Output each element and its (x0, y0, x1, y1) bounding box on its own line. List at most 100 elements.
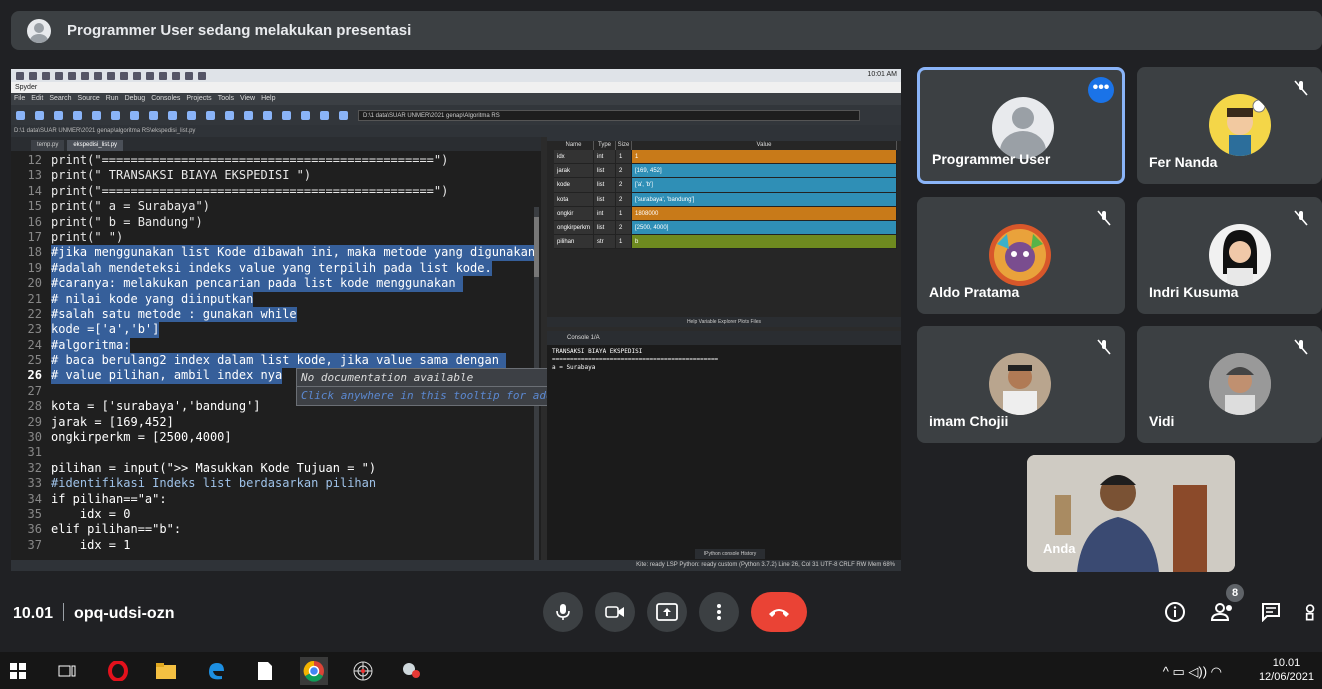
menu-item[interactable]: Projects (186, 95, 211, 102)
avatar (989, 224, 1051, 286)
variable-name: kode (554, 178, 594, 193)
mic-off-icon (1095, 209, 1113, 227)
menu-item[interactable]: Source (78, 95, 100, 102)
task-view-icon[interactable] (53, 657, 81, 685)
code-text: # nilai kode yang diinputkan (51, 291, 254, 307)
line-number: 20 (27, 276, 42, 291)
menu-item[interactable]: Edit (31, 95, 43, 102)
mic-off-icon (1292, 79, 1310, 97)
variable-type: list (594, 220, 616, 236)
menu-item[interactable]: Consoles (151, 95, 180, 102)
participant-tile-imam-chojii[interactable]: imam Chojii (917, 326, 1125, 443)
status-bar: Kite: ready LSP Python: ready custom (Py… (11, 560, 901, 571)
editor-tab: temp.py (31, 140, 65, 151)
variable-size: 1 (616, 206, 632, 221)
code-line: 12 print("===============================… (11, 153, 541, 168)
code-line: 35 idx = 0 (11, 507, 541, 522)
present-button[interactable] (647, 592, 687, 632)
code-line: 33 #identifikasi Indeks list berdasarkan … (11, 476, 541, 491)
camera-icon (605, 606, 624, 618)
chat-button[interactable] (1259, 600, 1283, 624)
variable-type: str (594, 235, 616, 250)
line-number: 12 (27, 153, 42, 167)
chat-icon (1262, 603, 1280, 622)
variable-value: ['a', 'b'] (632, 178, 897, 193)
code-text: # value pilihan, ambil index nya (51, 368, 283, 384)
code-line: 29 jarak = [169,452] (11, 415, 541, 430)
code-line: 25 # baca berulang2 index dalam list kode… (11, 353, 541, 369)
info-icon (1165, 602, 1185, 622)
code-text: print(" b = Bandung") (51, 214, 203, 229)
variable-row[interactable]: ongkir int 1 1808000 (554, 206, 901, 221)
console-line: ========================================… (552, 356, 719, 363)
line-number: 21 (27, 291, 42, 306)
variable-size: 2 (616, 164, 632, 179)
shared-screen[interactable]: 10:01 AM Spyder File Edit Search Source Run D… (11, 69, 901, 571)
line-number: 32 (27, 460, 42, 475)
meeting-details-button[interactable] (1163, 600, 1187, 624)
menu-item[interactable]: Tools (218, 95, 234, 102)
variable-value: ['surabaya', 'bandung'] (632, 192, 897, 207)
variable-row[interactable]: pilihan str 1 b (554, 235, 901, 250)
line-number: 37 (27, 537, 42, 552)
participant-tile-indri-kusuma[interactable]: Indri Kusuma (1137, 197, 1322, 314)
variable-row[interactable]: ongkirperkm list 2 [2500, 4000] (554, 220, 901, 236)
leave-call-button[interactable] (751, 592, 807, 632)
people-button[interactable] (1211, 600, 1235, 624)
menu-item[interactable]: File (14, 95, 25, 102)
code-text: #caranya: melakukan pencarian pada list … (51, 276, 463, 292)
participant-tile-programmer-user[interactable]: ••• Programmer User (917, 67, 1125, 184)
menu-item[interactable]: Search (49, 95, 71, 102)
participant-name: Aldo Pratama (929, 284, 1020, 300)
variable-row[interactable]: jarak list 2 [169, 452] (554, 164, 901, 179)
code-text: kota = ['surabaya','bandung'] (51, 399, 261, 414)
more-options-button[interactable] (699, 592, 739, 632)
menu-item[interactable]: Help (261, 95, 275, 102)
menu-item[interactable]: View (240, 95, 255, 102)
hang-up-icon (769, 609, 789, 617)
code-line: 17 print(" ") (11, 230, 541, 245)
mic-off-icon (1292, 209, 1310, 227)
variable-row[interactable]: idx int 1 1 (554, 150, 901, 165)
participant-tile-aldo-pratama[interactable]: Aldo Pratama (917, 197, 1125, 314)
presentation-banner: Programmer User sedang melakukan present… (11, 11, 1322, 50)
snipping-tool-icon[interactable] (398, 657, 426, 685)
participant-name: Fer Nanda (1149, 154, 1218, 170)
variable-size: 2 (616, 220, 632, 236)
mic-icon (556, 604, 570, 620)
variable-row[interactable]: kode list 2 ['a', 'b'] (554, 178, 901, 193)
more-options-icon[interactable]: ••• (1088, 77, 1114, 103)
people-icon (1211, 603, 1232, 621)
line-number: 33 (27, 476, 42, 491)
ipython-console: Console 1/A TRANSAKSI BIAYA EKSPEDISI ===… (547, 331, 901, 560)
file-explorer-icon[interactable] (152, 657, 180, 685)
spider-app-icon[interactable] (349, 657, 377, 685)
document-icon[interactable] (251, 657, 279, 685)
code-text: kode =['a','b'] (51, 322, 160, 338)
self-view-tile[interactable]: Anda (1027, 455, 1235, 572)
variable-row[interactable]: kota list 2 ['surabaya', 'bandung'] (554, 192, 901, 207)
code-text: ongkirperkm = [2500,4000] (51, 430, 232, 445)
activities-button[interactable] (1305, 600, 1322, 624)
menu-item[interactable]: Debug (125, 95, 146, 102)
code-line: 20 #caranya: melakukan pencarian pada lis… (11, 276, 541, 292)
code-text: if pilihan=="a": (51, 491, 167, 506)
participant-tile-fer-nanda[interactable]: Fer Nanda (1137, 67, 1322, 184)
variable-name: kota (554, 192, 594, 207)
mic-button[interactable] (543, 592, 583, 632)
windows-start-icon[interactable] (4, 657, 32, 685)
camera-button[interactable] (595, 592, 635, 632)
code-text: print("=================================… (51, 153, 449, 167)
variable-name: ongkir (554, 206, 594, 221)
chrome-icon[interactable] (300, 657, 328, 685)
participant-tile-vidi[interactable]: Vidi (1137, 326, 1322, 443)
variable-value: b (632, 235, 897, 250)
opera-icon[interactable] (104, 657, 132, 685)
participant-name: imam Chojii (929, 413, 1009, 429)
people-count-badge: 8 (1226, 584, 1244, 602)
system-tray: 10.01 12/06/2021 (1259, 656, 1314, 684)
code-text: idx = 0 (51, 506, 131, 521)
edge-icon[interactable] (202, 657, 230, 685)
menu-item[interactable]: Run (106, 95, 119, 102)
tray-date: 12/06/2021 (1258, 671, 1314, 683)
